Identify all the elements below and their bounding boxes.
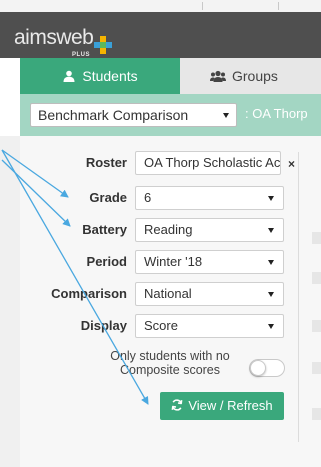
- caret-down-icon: [223, 113, 229, 118]
- report-type-select[interactable]: Benchmark Comparison: [30, 103, 237, 127]
- tab-groups-label: Groups: [232, 68, 278, 84]
- group-icon: [210, 59, 226, 82]
- top-divider: [202, 2, 203, 10]
- battery-value: Reading: [144, 222, 193, 237]
- background-content-hint: [312, 408, 321, 420]
- battery-label: Battery: [82, 222, 127, 237]
- view-refresh-button[interactable]: View / Refresh: [160, 392, 284, 420]
- grade-value: 6: [144, 190, 152, 205]
- composite-filter-label: Only students with no Composite scores: [100, 349, 240, 377]
- display-value: Score: [144, 318, 178, 333]
- report-bar: Benchmark Comparison : OA Thorp: [20, 94, 321, 136]
- comparison-select[interactable]: National: [135, 282, 284, 306]
- roster-select[interactable]: OA Thorp Scholastic Ac: [135, 151, 281, 175]
- app-header: aimsweb PLUS: [0, 12, 321, 58]
- toggle-knob: [250, 360, 266, 376]
- composite-filter-label-line2: Composite scores: [119, 363, 221, 377]
- battery-select[interactable]: Reading: [135, 218, 284, 242]
- comparison-label: Comparison: [51, 286, 127, 301]
- comparison-value: National: [144, 286, 192, 301]
- caret-down-icon: [268, 292, 274, 297]
- window-top-strip: [0, 0, 321, 12]
- caret-down-icon: [268, 228, 274, 233]
- roster-value: OA Thorp Scholastic Ac: [144, 155, 281, 170]
- grade-select[interactable]: 6: [135, 186, 284, 210]
- tab-students-label: Students: [82, 68, 138, 84]
- grade-label: Grade: [89, 190, 127, 205]
- caret-down-icon: [268, 324, 274, 329]
- background-content-hint: [312, 232, 321, 244]
- background-content-hint: [312, 272, 321, 284]
- refresh-icon: [171, 393, 183, 411]
- caret-down-icon: [268, 260, 274, 265]
- period-label: Period: [86, 254, 127, 269]
- tab-groups[interactable]: Groups: [210, 58, 278, 94]
- period-select[interactable]: Winter '18: [135, 250, 284, 274]
- display-select[interactable]: Score: [135, 314, 284, 338]
- composite-filter-label-line1: Only students with no: [110, 349, 230, 363]
- remove-roster-icon[interactable]: ×: [288, 157, 295, 171]
- logo-wordmark: aimsweb: [14, 26, 94, 49]
- breadcrumb-suffix: : OA Thorp: [245, 106, 308, 121]
- plus-cross-icon: [94, 36, 112, 54]
- period-value: Winter '18: [144, 254, 203, 269]
- display-label: Display: [80, 318, 127, 333]
- tab-students[interactable]: Students: [20, 58, 180, 94]
- tab-bar: Students Groups: [20, 58, 321, 94]
- composite-toggle-switch[interactable]: [249, 359, 285, 377]
- report-type-value: Benchmark Comparison: [38, 107, 189, 123]
- background-content-hint: [312, 362, 321, 374]
- top-divider: [278, 2, 279, 10]
- caret-down-icon: [268, 196, 274, 201]
- background-content-hint: [312, 320, 321, 332]
- panel-divider: [298, 152, 299, 442]
- roster-label: Roster: [85, 155, 127, 170]
- user-icon: [62, 59, 76, 82]
- left-gutter: [0, 136, 20, 467]
- view-refresh-label: View / Refresh: [188, 398, 273, 413]
